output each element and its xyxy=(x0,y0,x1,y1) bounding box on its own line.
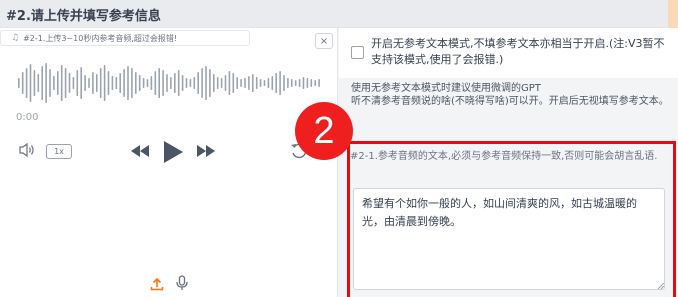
audio-file-label: ♫ #2-1.上传3~10秒内参考音频,超过会报错! xyxy=(0,30,250,46)
audio-source-tools xyxy=(150,275,188,295)
volume-button[interactable] xyxy=(18,142,36,158)
rewind-icon xyxy=(131,145,149,157)
fast-forward-icon xyxy=(197,145,215,157)
no-ref-text-label: 开启无参考文本模式,不填参考文本亦相当于开启.(注:V3暂不支持该模式,使用了会… xyxy=(371,37,665,66)
playback-controls: 1x xyxy=(0,138,338,168)
music-note-icon: ♫ xyxy=(11,33,20,43)
no-ref-text-checkbox[interactable] xyxy=(351,46,364,59)
section-title: #2.请上传并填写参考信息 xyxy=(6,9,161,24)
reference-text-input[interactable]: 希望有个如你一般的人，如山间清爽的风，如古城温暖的光，由清晨到傍晚。 xyxy=(353,188,665,290)
close-audio-button[interactable]: × xyxy=(315,33,333,49)
no-ref-text-option: 开启无参考文本模式,不填参考文本亦相当于开启.(注:V3暂不支持该模式,使用了会… xyxy=(339,28,678,78)
play-icon xyxy=(164,141,183,163)
info-line-1: 使用无参考文本模式时建议使用微调的GPT xyxy=(351,83,541,94)
playback-speed-button[interactable]: 1x xyxy=(46,144,72,159)
audio-waveform[interactable] xyxy=(18,60,323,106)
microphone-icon xyxy=(176,275,188,290)
resize-handle-icon[interactable] xyxy=(657,282,665,290)
no-ref-text-info: 使用无参考文本模式时建议使用微调的GPT 听不清参考音频说的啥(不晓得写啥)可以… xyxy=(351,82,671,108)
header-accent xyxy=(668,0,678,28)
info-line-2: 听不清参考音频说的啥(不晓得写啥)可以开。开启后无视填写参考文本。 xyxy=(351,96,669,107)
play-button[interactable] xyxy=(162,140,184,164)
reference-text-label: #2-1.参考音频的文本,必须与参考音频保持一致,否则可能会胡言乱语. xyxy=(350,151,658,162)
record-button[interactable] xyxy=(176,275,188,295)
section-header: #2.请上传并填写参考信息 xyxy=(0,0,678,28)
step-number-badge: 2 xyxy=(295,102,353,160)
audio-panel: ♫ #2-1.上传3~10秒内参考音频,超过会报错! × 0:00 1x xyxy=(0,28,338,297)
upload-icon xyxy=(150,277,164,290)
playback-time: 0:00 xyxy=(16,112,39,123)
volume-icon xyxy=(19,142,34,158)
upload-button[interactable] xyxy=(150,276,164,295)
rewind-button[interactable] xyxy=(130,144,150,158)
fast-forward-button[interactable] xyxy=(196,144,216,158)
audio-file-label-text: #2-1.上传3~10秒内参考音频,超过会报错! xyxy=(23,33,178,43)
